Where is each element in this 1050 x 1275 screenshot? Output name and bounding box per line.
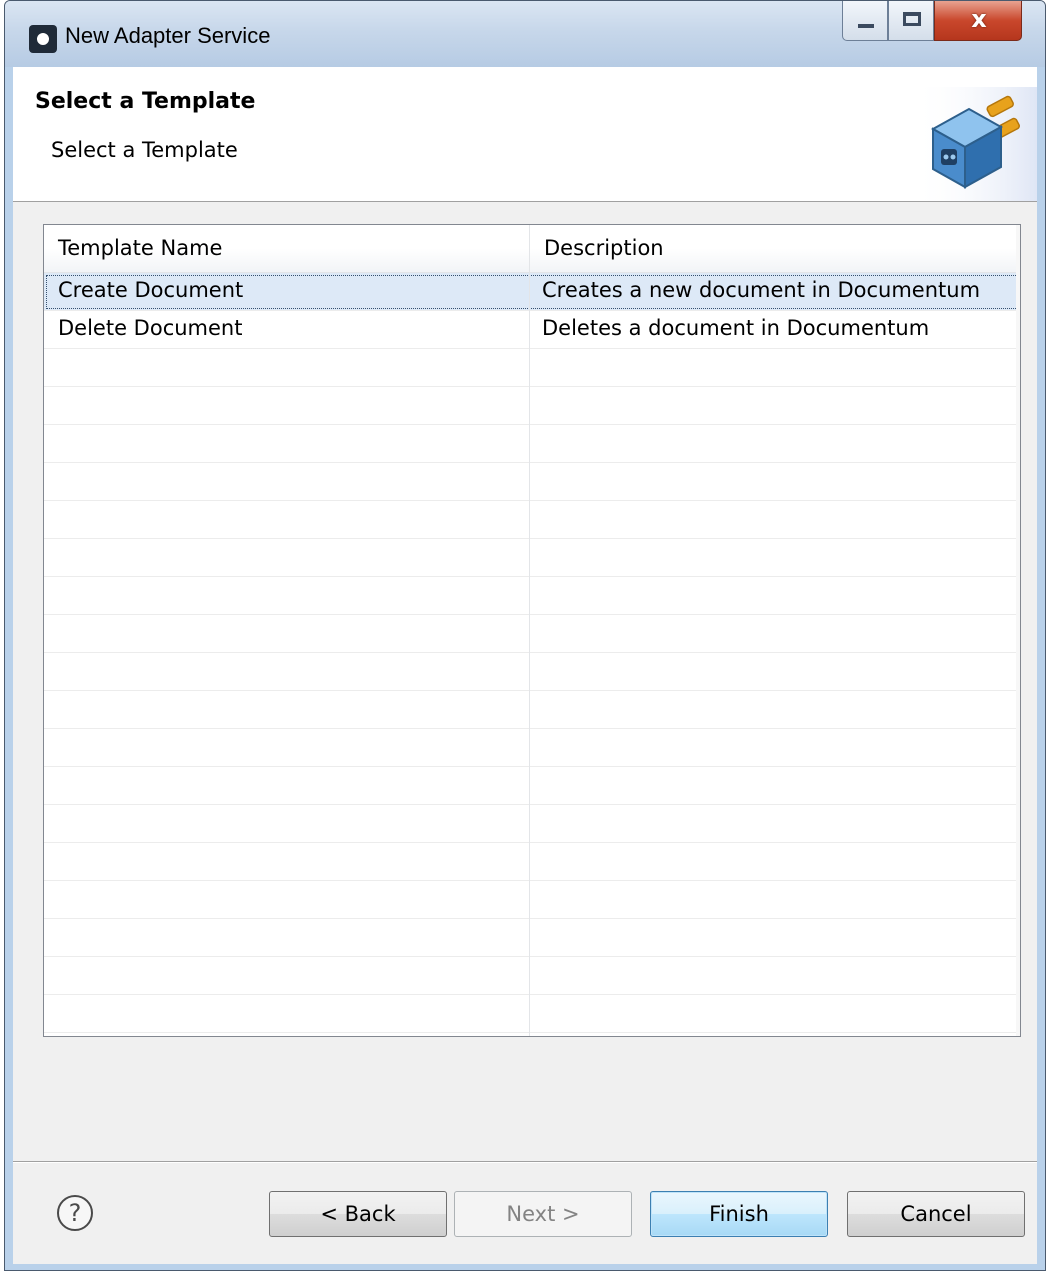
column-header-label: Description [544,236,664,260]
table-row-empty [44,843,1020,881]
table-row-empty [44,691,1020,729]
title-bar[interactable]: New Adapter Service x [5,1,1045,67]
table-row[interactable]: Create Document Creates a new document i… [44,273,1020,311]
footer-separator [13,1161,1037,1163]
table-row-empty [44,805,1020,843]
template-name-cell: Create Document [58,278,244,302]
window-title: New Adapter Service [65,23,271,48]
column-header-label: Template Name [58,236,223,260]
close-button[interactable]: x [934,1,1022,41]
dialog-client-area: Select a Template Select a Template Temp… [13,67,1037,1264]
table-rows: Create Document Creates a new document i… [44,273,1020,1033]
table-row-empty [44,881,1020,919]
table-row-empty [44,501,1020,539]
table-row-empty [44,767,1020,805]
table-row[interactable]: Delete Document Deletes a document in Do… [44,311,1020,349]
page-subtitle: Select a Template [51,138,238,162]
table-row-empty [44,425,1020,463]
help-button[interactable]: ? [57,1195,93,1231]
dialog-window: New Adapter Service x Select a Template … [4,0,1046,1271]
table-row-empty [44,729,1020,767]
table-row-empty [44,463,1020,501]
minimize-icon [858,24,874,28]
close-icon: x [971,5,987,33]
cancel-button[interactable]: Cancel [847,1191,1025,1237]
maximize-button[interactable] [888,1,934,41]
template-table[interactable]: Template Name Description Create Documen… [43,224,1021,1037]
table-row-empty [44,387,1020,425]
next-button[interactable]: Next > [454,1191,632,1237]
table-row-empty [44,577,1020,615]
table-row-empty [44,653,1020,691]
table-row-empty [44,919,1020,957]
template-name-cell: Delete Document [58,316,243,340]
adapter-plug-icon [913,87,1037,201]
back-button[interactable]: < Back [269,1191,447,1237]
description-cell: Creates a new document in Documentum [542,278,981,302]
minimize-button[interactable] [842,1,888,41]
table-row-empty [44,615,1020,653]
help-icon: ? [68,1199,82,1227]
maximize-icon [903,12,921,26]
description-cell: Deletes a document in Documentum [542,316,930,340]
table-row-empty [44,349,1020,387]
table-row-empty [44,957,1020,995]
table-row-empty [44,539,1020,577]
app-icon [29,25,57,53]
column-header-description[interactable]: Description [530,225,1020,273]
column-divider [529,273,530,1036]
column-header-template-name[interactable]: Template Name [44,225,530,273]
wizard-header: Select a Template Select a Template [13,67,1037,202]
table-edge [1016,225,1020,1036]
page-title: Select a Template [35,89,256,114]
table-row-empty [44,995,1020,1033]
finish-button[interactable]: Finish [650,1191,828,1237]
